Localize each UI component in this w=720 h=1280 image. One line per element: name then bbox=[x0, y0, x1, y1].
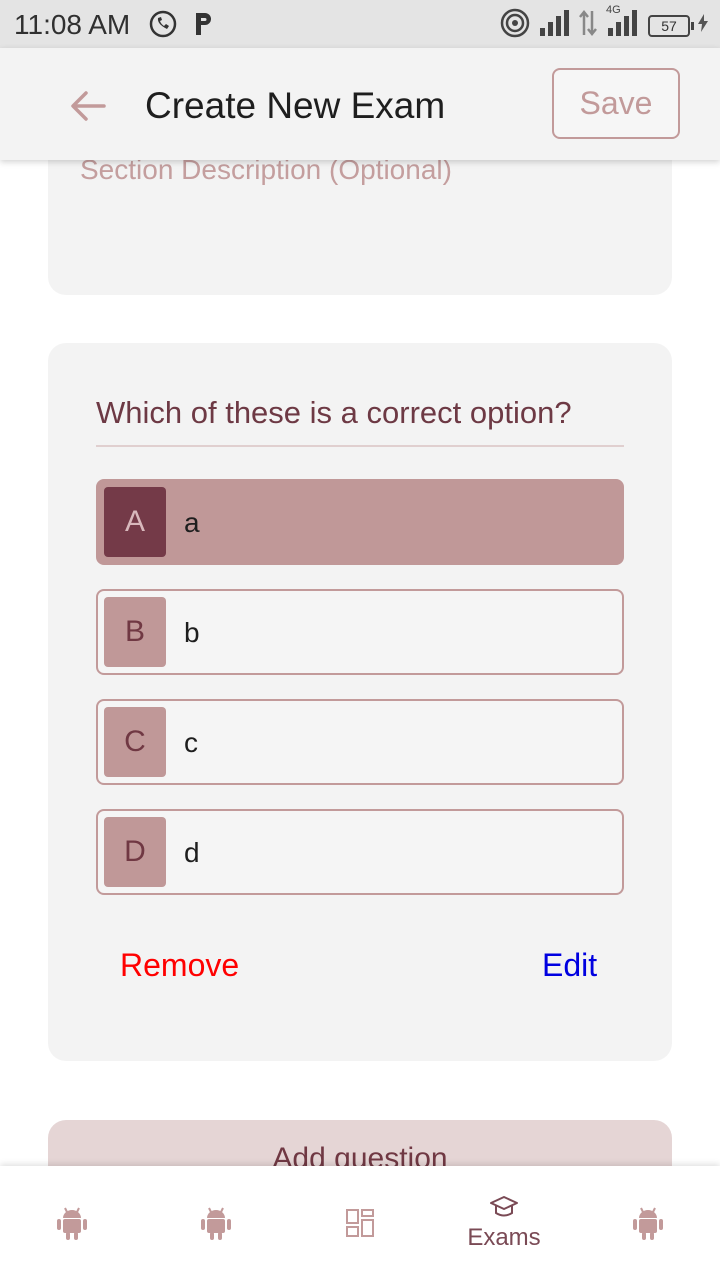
option-d[interactable]: D d bbox=[96, 809, 624, 895]
bottom-navigation: Exams bbox=[0, 1166, 720, 1280]
whatsapp-icon bbox=[148, 9, 178, 44]
nav-item-2[interactable] bbox=[144, 1166, 288, 1280]
nav-label-exams: Exams bbox=[467, 1224, 541, 1251]
option-letter: B bbox=[104, 597, 166, 667]
battery-icon: 57 bbox=[648, 14, 694, 37]
status-right-icons: 4G 57 bbox=[500, 4, 708, 43]
parking-icon bbox=[192, 9, 216, 44]
save-button[interactable]: Save bbox=[552, 68, 680, 139]
option-text: b bbox=[184, 617, 200, 648]
option-letter: A bbox=[104, 487, 166, 557]
nav-item-5[interactable] bbox=[576, 1166, 720, 1280]
nav-item-1[interactable] bbox=[0, 1166, 144, 1280]
option-text: a bbox=[184, 507, 200, 538]
nav-item-exams[interactable]: Exams bbox=[432, 1166, 576, 1280]
signal-4g-icon: 4G bbox=[606, 4, 640, 41]
graduation-cap-icon bbox=[490, 1196, 518, 1217]
remove-button[interactable]: Remove bbox=[120, 947, 239, 984]
question-text: Which of these is a correct option? bbox=[96, 395, 624, 447]
option-letter: D bbox=[104, 817, 166, 887]
nav-item-3[interactable] bbox=[288, 1166, 432, 1280]
option-text: d bbox=[184, 837, 200, 868]
back-button[interactable] bbox=[62, 80, 114, 132]
charging-icon bbox=[698, 14, 708, 37]
status-bar: 11:08 AM 4G 57 bbox=[0, 0, 720, 48]
android-icon bbox=[201, 1207, 231, 1240]
app-bar: Create New Exam Save bbox=[0, 48, 720, 160]
status-left-icons bbox=[148, 9, 216, 44]
option-letter: C bbox=[104, 707, 166, 777]
hotspot-icon bbox=[500, 8, 530, 43]
option-c[interactable]: C c bbox=[96, 699, 624, 785]
signal-icon bbox=[538, 10, 570, 41]
option-a[interactable]: A a bbox=[96, 479, 624, 565]
status-time: 11:08 AM bbox=[14, 9, 131, 40]
android-icon bbox=[57, 1207, 87, 1240]
grid-icon bbox=[346, 1209, 374, 1237]
edit-button[interactable]: Edit bbox=[542, 947, 597, 984]
option-b[interactable]: B b bbox=[96, 589, 624, 675]
data-arrows-icon bbox=[578, 9, 598, 42]
option-text: c bbox=[184, 727, 198, 758]
android-icon bbox=[633, 1207, 663, 1240]
arrow-left-icon bbox=[71, 91, 106, 121]
page-title: Create New Exam bbox=[145, 85, 446, 126]
question-card: Which of these is a correct option? A a … bbox=[48, 343, 672, 1061]
